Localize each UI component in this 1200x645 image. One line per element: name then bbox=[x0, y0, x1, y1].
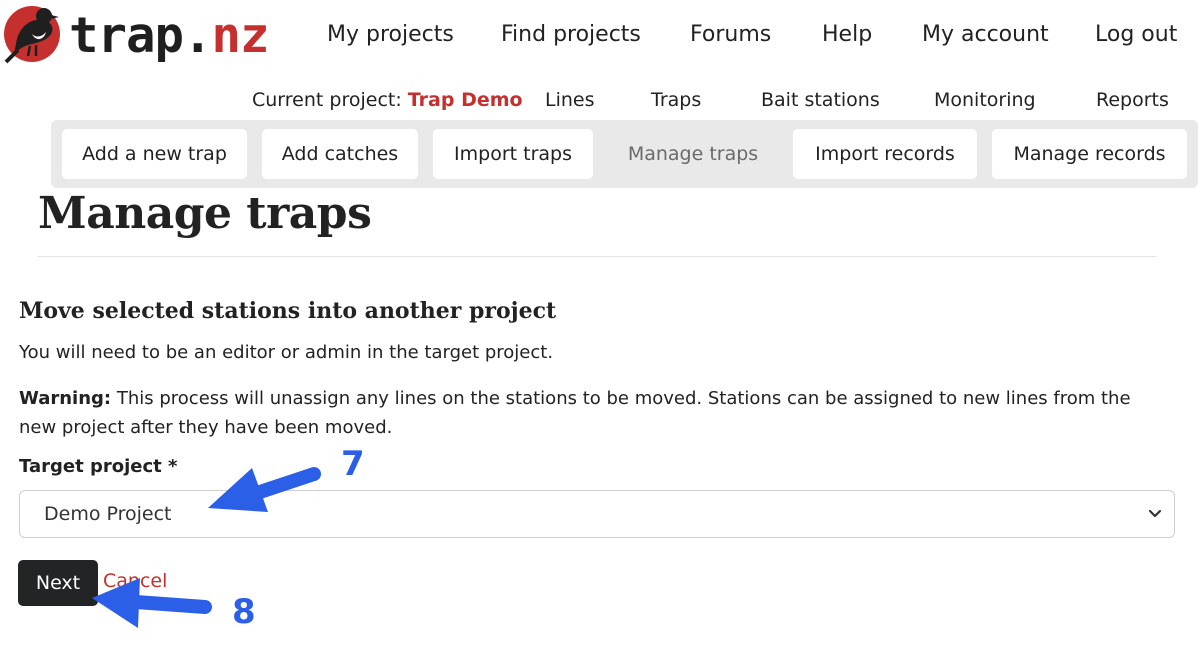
warning-body: This process will unassign any lines on … bbox=[19, 388, 1131, 438]
subnav-lines[interactable]: Lines bbox=[545, 89, 595, 111]
tab-add-new-trap[interactable]: Add a new trap bbox=[62, 129, 247, 179]
chevron-down-icon bbox=[1148, 509, 1162, 518]
warning-text: Warning: This process will unassign any … bbox=[19, 384, 1169, 442]
step-8-label: 8 bbox=[232, 592, 256, 632]
current-project-label: Current project: bbox=[252, 89, 402, 111]
logo-wordmark: trap.nz bbox=[69, 6, 270, 64]
target-project-select[interactable]: Demo Project bbox=[19, 490, 1175, 538]
tab-manage-records[interactable]: Manage records bbox=[992, 129, 1187, 179]
title-divider bbox=[38, 256, 1156, 257]
nav-log-out[interactable]: Log out bbox=[1095, 22, 1177, 47]
tab-add-catches[interactable]: Add catches bbox=[262, 129, 418, 179]
site-logo[interactable]: trap.nz bbox=[2, 4, 270, 66]
nav-forums[interactable]: Forums bbox=[690, 22, 771, 47]
nav-my-projects[interactable]: My projects bbox=[327, 22, 454, 47]
tab-import-records[interactable]: Import records bbox=[793, 129, 977, 179]
next-button[interactable]: Next bbox=[18, 560, 98, 606]
nav-find-projects[interactable]: Find projects bbox=[501, 22, 641, 47]
current-project-indicator: Current project: Trap Demo bbox=[252, 89, 523, 111]
target-project-label: Target project * bbox=[19, 456, 178, 477]
target-project-value: Demo Project bbox=[44, 503, 172, 525]
subnav-monitoring[interactable]: Monitoring bbox=[934, 89, 1036, 111]
tab-manage-traps[interactable]: Manage traps bbox=[608, 129, 778, 179]
nav-help[interactable]: Help bbox=[822, 22, 872, 47]
step-7-label: 7 bbox=[341, 444, 365, 484]
subnav-traps[interactable]: Traps bbox=[651, 89, 701, 111]
warning-label: Warning: bbox=[19, 388, 112, 409]
intro-text: You will need to be an editor or admin i… bbox=[19, 342, 554, 363]
page-title: Manage traps bbox=[38, 188, 372, 239]
section-heading: Move selected stations into another proj… bbox=[19, 298, 557, 324]
cancel-link[interactable]: Cancel bbox=[103, 570, 167, 592]
nav-my-account[interactable]: My account bbox=[922, 22, 1049, 47]
current-project-name[interactable]: Trap Demo bbox=[408, 89, 523, 111]
tab-import-traps[interactable]: Import traps bbox=[433, 129, 593, 179]
bird-logo-icon bbox=[4, 6, 60, 64]
subnav-bait-stations[interactable]: Bait stations bbox=[761, 89, 880, 111]
subnav-reports[interactable]: Reports bbox=[1096, 89, 1169, 111]
